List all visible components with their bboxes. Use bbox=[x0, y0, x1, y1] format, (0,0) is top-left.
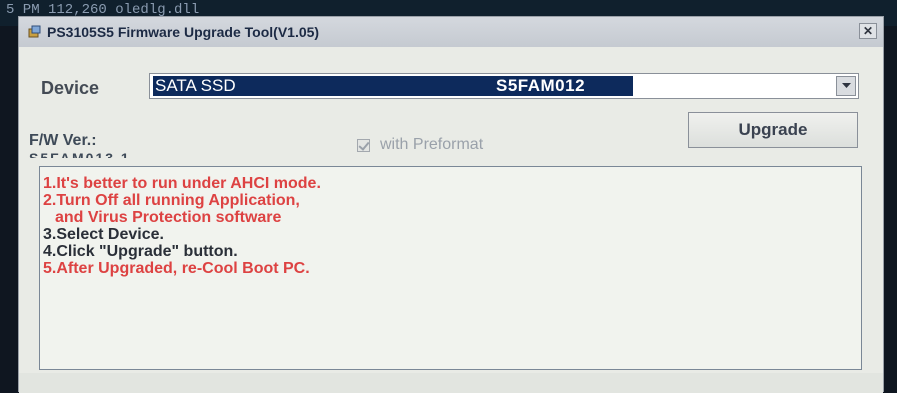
chevron-down-icon bbox=[841, 83, 851, 88]
app-icon bbox=[28, 25, 41, 38]
close-icon: ✕ bbox=[862, 24, 874, 38]
upgrade-button[interactable]: Upgrade bbox=[688, 112, 858, 148]
instruction-line: and Virus Protection software bbox=[55, 209, 282, 226]
title-bar[interactable]: PS3105S5 Firmware Upgrade Tool(V1.05) ✕ bbox=[19, 17, 883, 47]
instruction-line: 2.Turn Off all running Application, bbox=[43, 192, 300, 209]
instructions-box[interactable]: 1.It's better to run under AHCI mode. 2.… bbox=[39, 166, 862, 370]
preformat-checkbox[interactable] bbox=[357, 138, 370, 152]
device-serial: S5FAM012 bbox=[496, 76, 586, 95]
firmware-version-value: S5FAM013.1 bbox=[29, 151, 131, 158]
device-label: Device bbox=[41, 78, 100, 98]
firmware-version-label: F/W Ver.: bbox=[29, 132, 97, 149]
instruction-line: 5.After Upgraded, re-Cool Boot PC. bbox=[43, 260, 310, 277]
device-select[interactable]: SATA SSD S5FAM012 bbox=[149, 73, 859, 99]
upgrade-label: Upgrade bbox=[738, 120, 808, 139]
window-title: PS3105S5 Firmware Upgrade Tool(V1.05) bbox=[47, 24, 320, 40]
instruction-line: 4.Click "Upgrade" button. bbox=[43, 243, 238, 260]
instruction-line: 3.Select Device. bbox=[43, 226, 164, 243]
window-bottom-bar bbox=[19, 373, 883, 393]
device-dropdown-button[interactable] bbox=[836, 76, 856, 96]
instruction-line: 1.It's better to run under AHCI mode. bbox=[43, 175, 321, 192]
preformat-label: with Preformat bbox=[380, 136, 484, 153]
firmware-upgrade-window: PS3105S5 Firmware Upgrade Tool(V1.05) ✕ … bbox=[18, 16, 884, 393]
device-name: SATA SSD bbox=[155, 76, 236, 95]
preformat-option[interactable]: with Preformat bbox=[357, 136, 483, 154]
close-button[interactable]: ✕ bbox=[859, 23, 877, 39]
device-selected-option[interactable]: SATA SSD S5FAM012 bbox=[153, 76, 633, 96]
